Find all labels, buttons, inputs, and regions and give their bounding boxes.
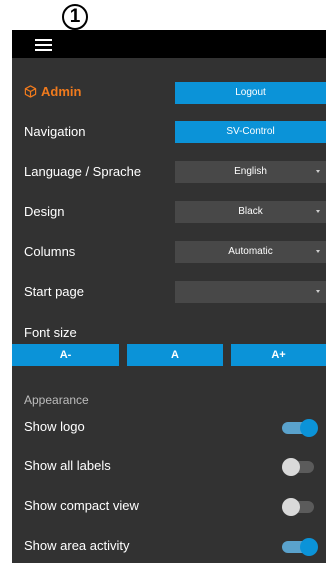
settings-panel: Admin Logout Navigation SV-Control Langu…	[12, 58, 326, 563]
font-size-label: Font size	[24, 325, 77, 340]
chevron-down-icon	[316, 290, 320, 293]
start-page-label: Start page	[24, 284, 84, 299]
cube-icon	[24, 85, 37, 98]
font-size-increase-button[interactable]: A+	[231, 344, 326, 366]
columns-label: Columns	[24, 244, 76, 259]
language-label: Language / Sprache	[24, 164, 142, 179]
language-value: English	[234, 166, 267, 177]
navigation-label: Navigation	[24, 124, 86, 139]
design-label: Design	[24, 204, 65, 219]
admin-text: Admin	[41, 84, 82, 99]
show-area-activity-toggle[interactable]	[282, 538, 318, 556]
logout-button[interactable]: Logout	[175, 82, 326, 104]
chevron-down-icon	[316, 210, 320, 213]
hamburger-menu-icon[interactable]	[35, 39, 52, 52]
design-select[interactable]: Black	[175, 201, 326, 223]
design-value: Black	[238, 206, 263, 217]
columns-value: Automatic	[228, 246, 273, 257]
chevron-down-icon	[316, 250, 320, 253]
toggle-label: Show compact view	[24, 498, 139, 513]
show-logo-toggle[interactable]	[282, 419, 318, 437]
start-page-select[interactable]	[175, 281, 326, 303]
columns-select[interactable]: Automatic	[175, 241, 326, 263]
show-all-labels-toggle[interactable]	[282, 458, 318, 476]
font-size-reset-button[interactable]: A	[127, 344, 223, 366]
annotation-bar: 1	[0, 0, 326, 30]
chevron-down-icon	[316, 170, 320, 173]
toggle-label: Show all labels	[24, 458, 111, 473]
appearance-heading: Appearance	[24, 393, 89, 407]
navigation-button[interactable]: SV-Control	[175, 121, 326, 143]
annotation-badge: 1	[62, 4, 88, 30]
top-bar	[12, 30, 326, 58]
admin-label: Admin	[24, 84, 81, 99]
toggle-label: Show area activity	[24, 538, 130, 553]
show-compact-view-toggle[interactable]	[282, 498, 318, 516]
toggle-label: Show logo	[24, 419, 85, 434]
language-select[interactable]: English	[175, 161, 326, 183]
font-size-decrease-button[interactable]: A-	[12, 344, 119, 366]
